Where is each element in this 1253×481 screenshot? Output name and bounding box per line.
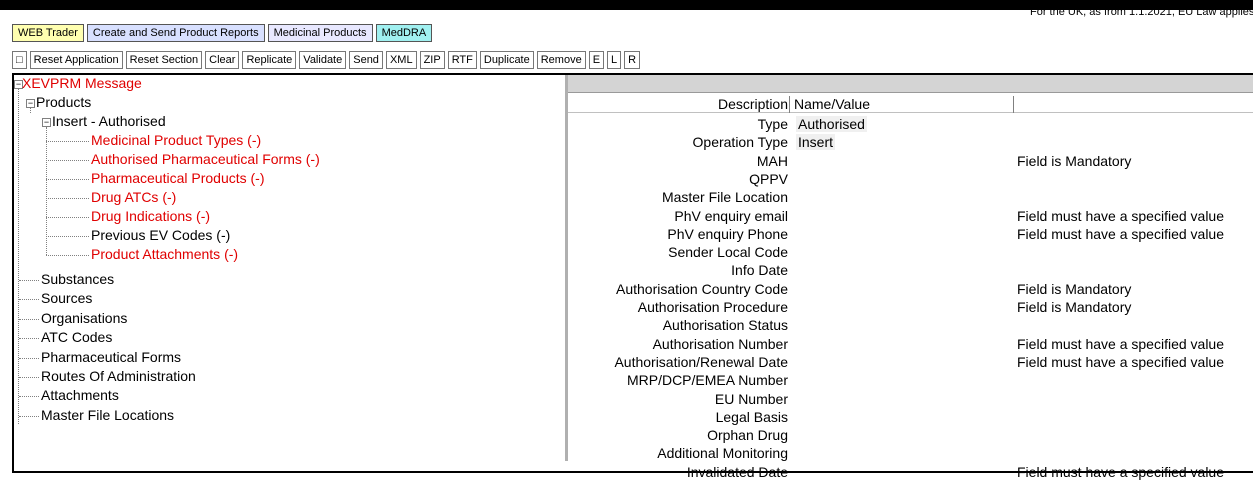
field-label: Info Date <box>731 262 788 279</box>
remove-button[interactable]: Remove <box>536 51 586 69</box>
tree-node-pharmaceutical-products[interactable]: Pharmaceutical Products (-) <box>91 169 265 188</box>
tree-connector <box>19 280 39 281</box>
l-button[interactable]: L <box>607 51 622 69</box>
collapse-products-icon[interactable]: − <box>26 99 35 108</box>
tab-create-and-send-product-reports[interactable]: Create and Send Product Reports <box>86 24 265 42</box>
tree-node-routes-of-administration[interactable]: Routes Of Administration <box>41 367 196 386</box>
uk-law-notice: For the UK, as from 1.1.2021, EU Law app… <box>1030 6 1253 18</box>
tree-node-product-attachments[interactable]: Product Attachments (-) <box>91 245 238 264</box>
properties-header-bar <box>568 75 1253 93</box>
validation-message: Field must have a specified value <box>1017 463 1224 480</box>
duplicate-button[interactable]: Duplicate <box>479 51 534 69</box>
field-label: Authorisation Status <box>662 317 788 334</box>
field-label: Authorisation Procedure <box>637 299 788 315</box>
field-value[interactable]: Insert <box>796 133 836 151</box>
field-label: EU Number <box>714 390 788 407</box>
field-label: Authorisation/Renewal Date <box>614 353 788 370</box>
field-label: MRP/DCP/EMEA Number <box>626 372 788 389</box>
clear-button[interactable]: Clear <box>205 51 240 69</box>
header-divider <box>789 96 790 113</box>
validation-message: Field must have a specified value <box>1017 335 1224 352</box>
tree-node-pharmaceutical-forms[interactable]: Pharmaceutical Forms <box>41 348 181 367</box>
validation-message: Field is Mandatory <box>1017 152 1132 169</box>
tree-connector <box>46 179 89 180</box>
field-label: Orphan Drug <box>707 427 788 444</box>
reset-application-button[interactable]: Reset Application <box>29 51 123 69</box>
field-label: Type <box>757 116 788 132</box>
tree-node-authorised-pharmaceutical-forms[interactable]: Authorised Pharmaceutical Forms (-) <box>91 150 320 169</box>
tree-connector <box>19 415 39 417</box>
toolbar: □ Reset Application Reset Section Clear Repl… <box>12 50 641 70</box>
tab-medicinal-products[interactable]: Medicinal Products <box>267 24 373 42</box>
tree-node-sources[interactable]: Sources <box>41 289 92 308</box>
tree-node-attachments[interactable]: Attachments <box>41 386 119 405</box>
field-label: PhV enquiry email <box>674 207 788 224</box>
header-description: Description <box>717 96 788 112</box>
tree-connector <box>46 217 89 218</box>
tree-connector <box>19 396 39 398</box>
tree-root-xevprm[interactable]: XEVPRM Message <box>22 74 142 93</box>
tree-connector <box>19 299 39 301</box>
field-label: Authorisation Country Code <box>616 280 788 297</box>
field-label: Operation Type <box>692 134 788 151</box>
tree-node-substances[interactable]: Substances <box>41 270 114 289</box>
grid-header: Description Name/Value <box>568 96 1253 113</box>
header-divider <box>1013 96 1014 113</box>
validation-message: Field must have a specified value <box>1017 225 1224 242</box>
tree-connector <box>46 141 89 142</box>
tree-connector <box>46 160 89 161</box>
collapse-insert-icon[interactable]: − <box>42 118 51 127</box>
xml-button[interactable]: XML <box>385 51 417 69</box>
tree-node-organisations[interactable]: Organisations <box>41 309 127 328</box>
validation-message: Field must have a specified value <box>1017 207 1224 224</box>
tree-connector <box>18 89 19 424</box>
tree-connector <box>19 318 39 320</box>
field-label: Sender Local Code <box>668 244 788 261</box>
r-button[interactable]: R <box>624 51 641 69</box>
field-value-text: Insert <box>796 134 836 151</box>
tree-node-products[interactable]: Products <box>36 93 91 112</box>
field-label: Legal Basis <box>715 408 788 425</box>
app-tabs: WEB Trader Create and Send Product Report… <box>12 24 433 44</box>
e-button[interactable]: E <box>588 51 605 69</box>
field-label: MAH <box>756 152 788 169</box>
replicate-button[interactable]: Replicate <box>242 51 297 69</box>
tree-node-drug-atcs[interactable]: Drug ATCs (-) <box>91 188 176 207</box>
field-label: QPPV <box>749 170 788 187</box>
tree-node-atc-codes[interactable]: ATC Codes <box>41 328 112 347</box>
square-toggle-button[interactable]: □ <box>12 51 27 69</box>
validation-message: Field is Mandatory <box>1017 299 1132 315</box>
tree-node-insert-authorised[interactable]: Insert - Authorised <box>52 112 166 131</box>
tree-connector <box>19 377 39 378</box>
tree-node-previous-ev-codes[interactable]: Previous EV Codes (-) <box>91 226 230 245</box>
tree-connector <box>46 198 89 199</box>
tree-connector <box>46 236 89 237</box>
validation-message: Field is Mandatory <box>1017 280 1132 297</box>
tree-node-medicinal-product-types[interactable]: Medicinal Product Types (-) <box>91 131 261 150</box>
header-value: Name/Value <box>794 96 871 112</box>
field-label: Invalidated Date <box>686 463 788 480</box>
tree-node-master-file-locations[interactable]: Master File Locations <box>41 406 174 425</box>
tree-connector <box>46 255 89 256</box>
tree-pane: − XEVPRM Message − Products − Insert - Author… <box>14 75 565 461</box>
field-label: Authorisation Number <box>652 335 788 352</box>
tree-connector <box>19 357 39 359</box>
reset-section-button[interactable]: Reset Section <box>125 51 203 69</box>
tab-web-trader[interactable]: WEB Trader <box>12 24 84 42</box>
field-label: PhV enquiry Phone <box>667 225 788 242</box>
field-value-text: Authorised <box>796 116 867 132</box>
tree-connector <box>30 108 31 113</box>
tree-node-drug-indications[interactable]: Drug Indications (-) <box>91 207 210 226</box>
validate-button[interactable]: Validate <box>299 51 347 69</box>
tab-meddra[interactable]: MedDRA <box>375 24 433 42</box>
validation-message: Field must have a specified value <box>1017 353 1224 370</box>
send-button[interactable]: Send <box>349 51 383 69</box>
field-value[interactable]: Authorised <box>796 115 867 133</box>
tree-connector <box>19 338 39 340</box>
zip-button[interactable]: ZIP <box>419 51 445 69</box>
field-label: Master File Location <box>661 189 788 206</box>
rtf-button[interactable]: RTF <box>447 51 477 69</box>
field-label: Additional Monitoring <box>657 445 788 462</box>
